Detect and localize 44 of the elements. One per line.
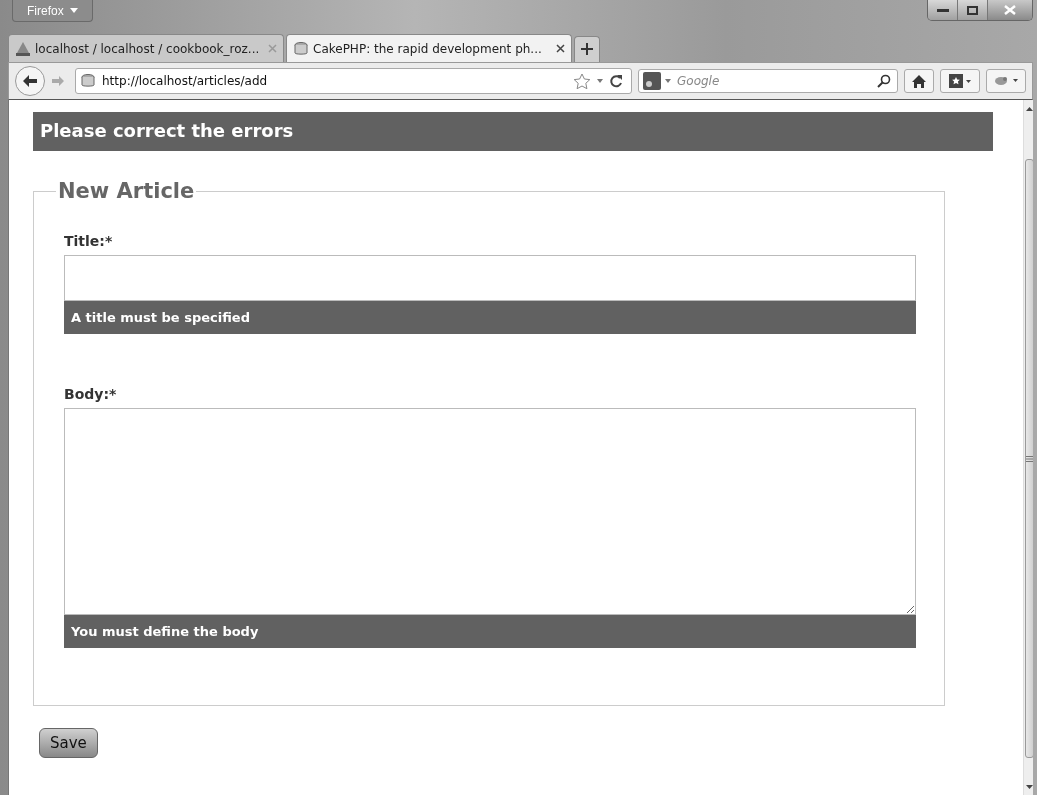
bookmarks-button[interactable]	[940, 69, 980, 93]
scroll-up-icon[interactable]	[1026, 106, 1033, 111]
back-button[interactable]	[15, 66, 45, 96]
home-icon	[912, 74, 926, 88]
search-input[interactable]: Google	[675, 73, 873, 89]
title-input[interactable]	[64, 255, 916, 301]
browser-tab[interactable]: localhost / localhost / cookbook_roz...	[8, 34, 284, 62]
forward-arrow-icon	[51, 75, 65, 87]
error-message: You must define the body	[64, 615, 916, 648]
scrollbar[interactable]	[1023, 100, 1033, 795]
search-bar[interactable]: Google	[638, 69, 898, 93]
star-icon[interactable]	[573, 72, 591, 90]
reload-icon[interactable]	[609, 74, 623, 88]
database-icon	[80, 73, 96, 89]
error-banner: Please correct the errors	[33, 112, 993, 151]
minimize-icon	[936, 8, 949, 12]
search-icon[interactable]	[877, 74, 891, 88]
new-tab-button[interactable]	[574, 36, 600, 62]
save-button[interactable]: Save	[39, 728, 98, 758]
field-label: Body:*	[64, 386, 118, 402]
close-icon	[1004, 5, 1016, 15]
caret-icon[interactable]	[665, 79, 671, 83]
close-icon[interactable]	[556, 44, 565, 53]
minimize-button[interactable]	[928, 0, 958, 20]
sailboat-icon	[15, 40, 31, 57]
back-arrow-icon	[22, 74, 38, 88]
maximize-icon	[967, 5, 978, 15]
star-icon	[949, 74, 971, 88]
address-field[interactable]: http://localhost/articles/add	[75, 68, 632, 94]
form-legend: New Article	[56, 179, 197, 203]
caret-icon[interactable]	[597, 79, 603, 83]
caret-icon	[69, 8, 78, 13]
scroll-thumb[interactable]	[1025, 159, 1033, 758]
tab-title: localhost / localhost / cookbook_roz...	[35, 41, 261, 56]
browser-tab[interactable]: CakePHP: the rapid development ph...	[286, 34, 572, 62]
field-label: Title:*	[64, 233, 114, 249]
scroll-down-icon[interactable]	[1026, 784, 1033, 789]
maximize-button[interactable]	[958, 0, 988, 20]
addon-button[interactable]	[986, 69, 1026, 93]
tab-title: CakePHP: the rapid development ph...	[313, 41, 543, 56]
home-button[interactable]	[904, 69, 934, 93]
database-icon	[293, 40, 309, 57]
plus-icon	[581, 43, 593, 55]
error-message: A title must be specified	[64, 301, 916, 334]
